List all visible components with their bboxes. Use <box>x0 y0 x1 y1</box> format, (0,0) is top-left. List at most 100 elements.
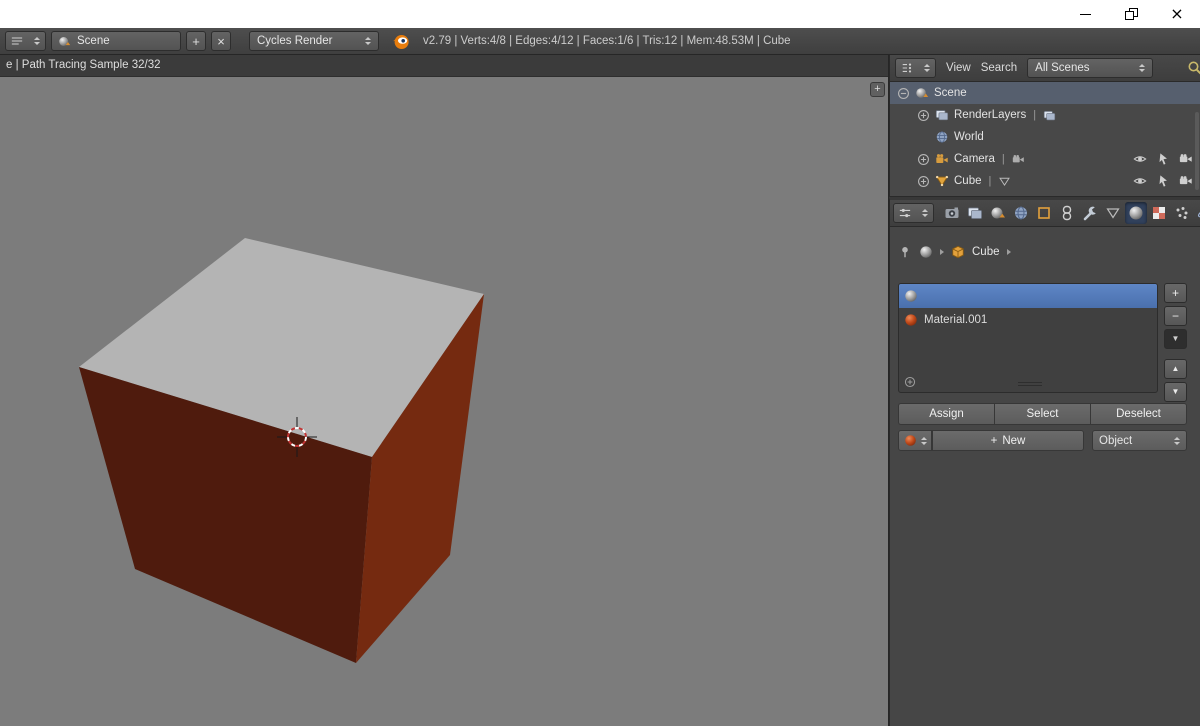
expand-icon[interactable] <box>917 175 930 188</box>
editor-type-button[interactable] <box>893 203 934 223</box>
close-button[interactable]: × <box>1154 0 1200 28</box>
3d-viewport[interactable]: e | Path Tracing Sample 32/32 + <box>0 55 889 726</box>
tab-render-layers[interactable] <box>964 202 986 224</box>
modifiers-wrench-icon <box>1082 205 1098 221</box>
material-slot-selected[interactable] <box>899 284 1157 308</box>
window-titlebar: × <box>0 0 1200 28</box>
outliner-editor-icon <box>901 62 913 74</box>
outliner-row-scene[interactable]: Scene <box>890 82 1200 104</box>
properties-editor: Cube Material.001 + − ▼ ▲ ▼ Assign Selec… <box>889 197 1200 726</box>
plus-icon: + <box>1171 286 1179 300</box>
select-button[interactable]: Select <box>994 403 1090 425</box>
tab-object[interactable] <box>1033 202 1055 224</box>
render-engine-value: Cycles Render <box>257 35 333 47</box>
scene-name-value: Scene <box>77 35 110 47</box>
material-link-dropdown[interactable]: Object <box>1092 430 1187 451</box>
render-layers-icon <box>967 205 983 221</box>
display-mode-dropdown[interactable]: All Scenes <box>1027 58 1154 78</box>
tab-scene[interactable] <box>987 202 1009 224</box>
unlink-scene-button[interactable]: × <box>211 31 231 51</box>
scene-name-field[interactable]: Scene <box>51 31 181 51</box>
outliner-label: Cube <box>954 175 982 187</box>
editor-type-button[interactable] <box>5 31 46 51</box>
selectability-cursor-icon[interactable] <box>1156 174 1170 188</box>
scene-datablock-icon <box>58 35 71 48</box>
expand-icon[interactable] <box>917 109 930 122</box>
selectability-cursor-icon[interactable] <box>1156 152 1170 166</box>
render-engine-dropdown[interactable]: Cycles Render <box>249 31 379 51</box>
collapse-icon[interactable] <box>897 87 910 100</box>
outliner-scrollbar[interactable] <box>1195 112 1199 190</box>
close-icon: × <box>1170 4 1184 23</box>
scene-icon <box>990 205 1006 221</box>
x-icon: × <box>217 33 225 49</box>
outliner-label: Camera <box>954 153 995 165</box>
visibility-eye-icon[interactable] <box>1133 174 1147 188</box>
restore-button[interactable] <box>1108 0 1154 28</box>
world-icon <box>935 130 949 144</box>
renderability-camera-icon[interactable] <box>1179 174 1193 188</box>
material-link-value: Object <box>1099 434 1133 447</box>
outliner-row-cube[interactable]: Cube | <box>890 170 1200 192</box>
material-slot[interactable]: Material.001 <box>899 308 1157 332</box>
material-datablock-row: + New Object <box>898 430 1187 451</box>
move-slot-up-button[interactable]: ▲ <box>1164 359 1187 379</box>
outliner-label: RenderLayers <box>954 109 1027 121</box>
info-header: Scene + × Cycles Render v2.79 | Verts:4/… <box>0 28 1200 55</box>
outliner-row-world[interactable]: World <box>890 126 1200 148</box>
tab-constraints[interactable] <box>1056 202 1078 224</box>
menu-view[interactable]: View <box>946 62 971 74</box>
world-icon <box>1013 205 1029 221</box>
region-expand-button[interactable]: + <box>870 82 885 97</box>
render-status-text: e | Path Tracing Sample 32/32 <box>6 59 161 71</box>
tab-material[interactable] <box>1125 202 1147 224</box>
slot-specials-button[interactable]: ▼ <box>1164 329 1187 349</box>
list-resize-grip[interactable] <box>1018 380 1042 388</box>
cube-icon <box>951 245 965 259</box>
properties-header <box>890 200 1200 227</box>
outliner-tree: Scene RenderLayers | World Camera | Cube… <box>890 82 1200 192</box>
remove-slot-button[interactable]: − <box>1164 306 1187 326</box>
tab-render[interactable] <box>941 202 963 224</box>
list-filter-icon[interactable] <box>904 376 916 388</box>
outliner-label: World <box>954 131 984 143</box>
assign-button[interactable]: Assign <box>898 403 994 425</box>
browse-material-button[interactable] <box>898 430 932 451</box>
scene-statistics: v2.79 | Verts:4/8 | Edges:4/12 | Faces:1… <box>423 35 791 47</box>
tab-modifiers[interactable] <box>1079 202 1101 224</box>
material-slot-list[interactable]: Material.001 <box>898 283 1158 393</box>
pin-icon[interactable] <box>898 245 912 259</box>
render-icon <box>944 205 960 221</box>
particles-icon <box>1174 205 1190 221</box>
deselect-button[interactable]: Deselect <box>1090 403 1187 425</box>
move-slot-down-button[interactable]: ▼ <box>1164 382 1187 402</box>
material-sphere-icon <box>904 313 918 327</box>
divider: | <box>988 175 992 187</box>
visibility-eye-icon[interactable] <box>1133 152 1147 166</box>
material-sphere-icon <box>904 434 917 447</box>
search-icon[interactable] <box>1187 60 1200 76</box>
menu-search[interactable]: Search <box>981 62 1017 74</box>
tab-texture[interactable] <box>1148 202 1170 224</box>
tab-physics[interactable] <box>1194 202 1200 224</box>
material-sphere-icon <box>904 289 918 303</box>
tab-world[interactable] <box>1010 202 1032 224</box>
minimize-button[interactable] <box>1062 0 1108 28</box>
minus-icon: − <box>1171 309 1179 323</box>
divider: | <box>1001 153 1005 165</box>
tab-object-data[interactable] <box>1102 202 1124 224</box>
render-status-bar: e | Path Tracing Sample 32/32 <box>0 55 888 77</box>
add-slot-button[interactable]: + <box>1164 283 1187 303</box>
expand-icon[interactable] <box>917 153 930 166</box>
context-object-name: Cube <box>972 246 1000 258</box>
add-scene-button[interactable]: + <box>186 31 206 51</box>
material-context-icon <box>919 245 933 259</box>
outliner-row-renderlayers[interactable]: RenderLayers | <box>890 104 1200 126</box>
outliner-row-camera[interactable]: Camera | <box>890 148 1200 170</box>
editor-type-button[interactable] <box>895 58 936 78</box>
renderlayers-icon <box>935 108 949 122</box>
new-material-button[interactable]: + New <box>932 430 1084 451</box>
renderability-camera-icon[interactable] <box>1179 152 1193 166</box>
tab-particles[interactable] <box>1171 202 1193 224</box>
